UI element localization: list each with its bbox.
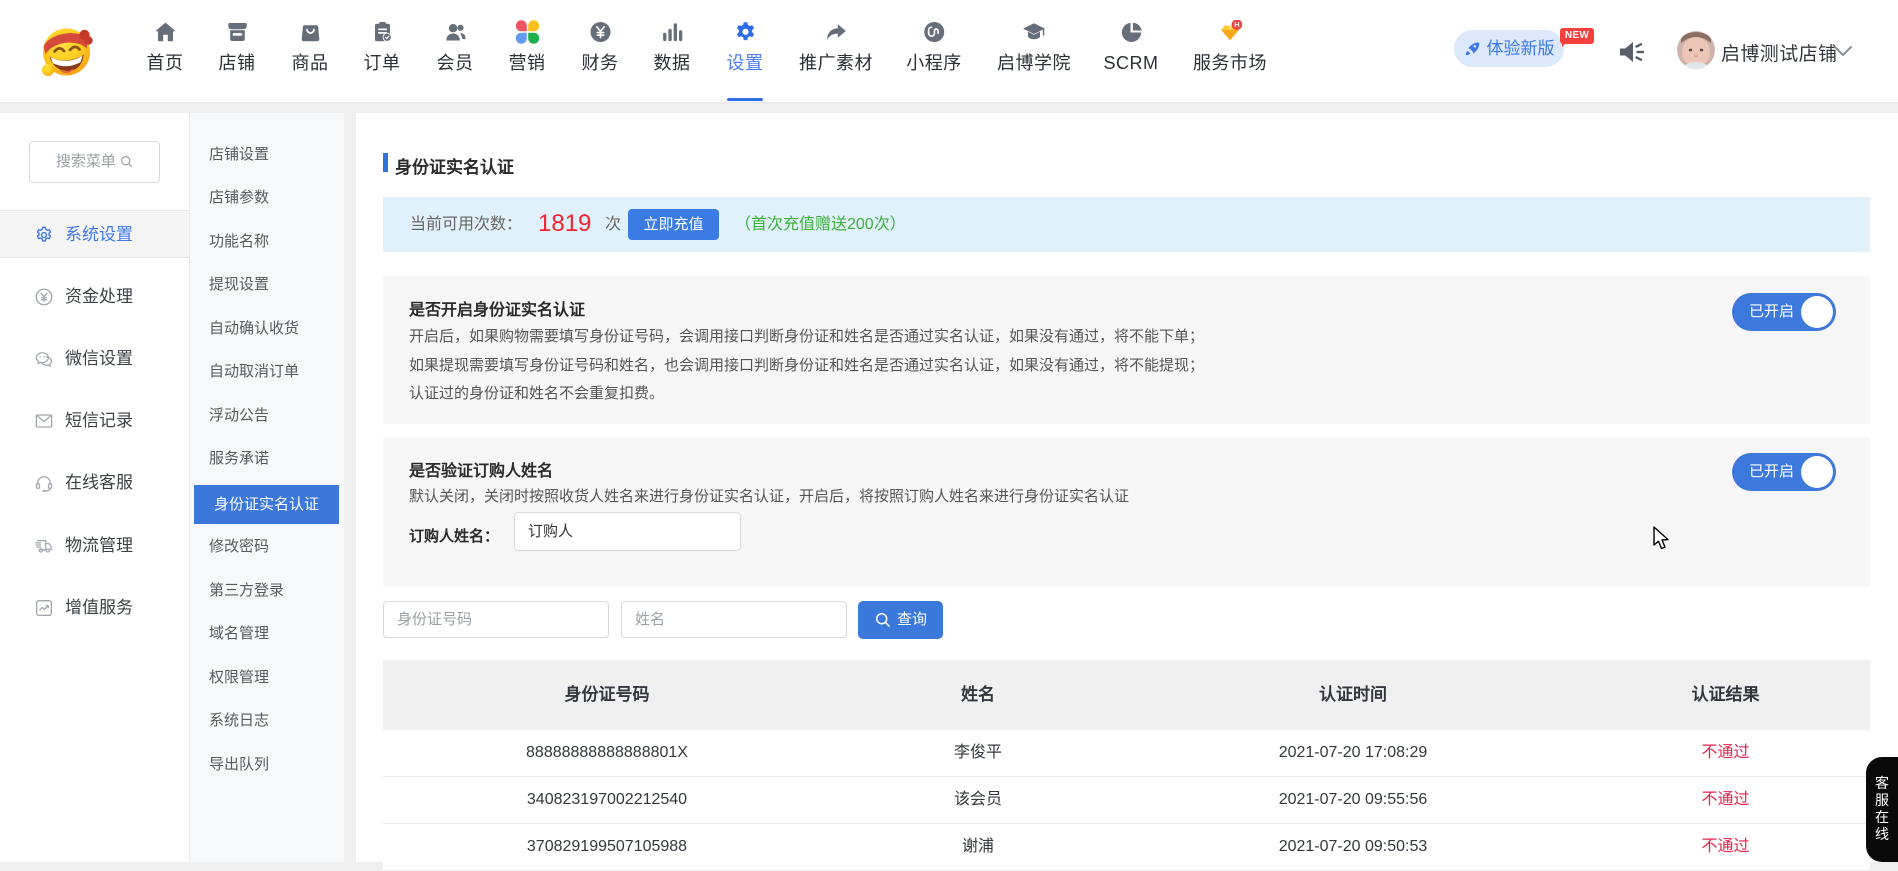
svg-text:H: H (1234, 20, 1239, 29)
